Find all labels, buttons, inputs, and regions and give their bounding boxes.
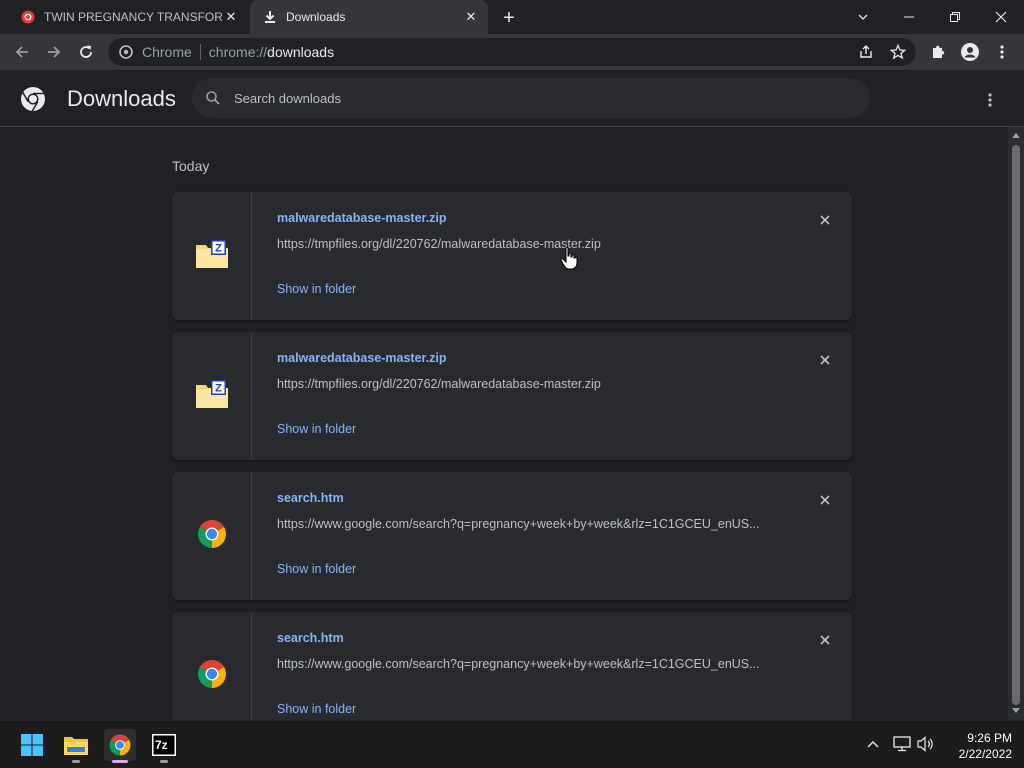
file-icon-column — [172, 612, 252, 720]
forward-arrow-icon[interactable] — [40, 38, 68, 66]
new-tab-button[interactable]: + — [498, 7, 520, 29]
remove-download-close-icon[interactable] — [815, 490, 835, 510]
search-downloads-box[interactable] — [192, 78, 870, 118]
download-item: Z malwaredatabase-master.zip https://tmp… — [172, 332, 852, 460]
file-icon-column — [172, 472, 252, 600]
download-filename-link[interactable]: search.htm — [277, 631, 344, 645]
extensions-puzzle-icon[interactable] — [924, 38, 952, 66]
scroll-up-arrow-icon[interactable] — [1012, 131, 1020, 139]
download-url[interactable]: https://tmpfiles.org/dl/220762/malwareda… — [277, 377, 601, 391]
download-filename-link[interactable]: malwaredatabase-master.zip — [277, 211, 447, 225]
chrome-logo-icon — [20, 86, 46, 112]
title-bar: TWIN PREGNANCY TRANSFORM ✕ Downloads ✕ + — [0, 0, 1024, 34]
search-input[interactable] — [234, 90, 794, 106]
site-label: Chrome — [142, 44, 192, 60]
windows-taskbar: 7z 9:26 PM 2/22/2022 — [0, 720, 1024, 768]
download-url[interactable]: https://tmpfiles.org/dl/220762/malwareda… — [277, 237, 601, 251]
window-close-button[interactable] — [978, 0, 1024, 34]
minimize-button[interactable] — [886, 0, 932, 34]
remove-download-close-icon[interactable] — [815, 630, 835, 650]
downloads-menu-icon[interactable] — [976, 86, 1004, 114]
zip-folder-icon: Z — [195, 379, 229, 414]
svg-text:Z: Z — [215, 382, 222, 394]
date-header: Today — [172, 158, 210, 174]
vertical-scrollbar[interactable] — [1008, 127, 1024, 720]
tab-twin-pregnancy[interactable]: TWIN PREGNANCY TRANSFORM ✕ — [8, 0, 248, 34]
scrollbar-thumb[interactable] — [1012, 145, 1020, 705]
profile-avatar-icon[interactable] — [956, 38, 984, 66]
download-item: search.htm https://www.google.com/search… — [172, 612, 852, 720]
tab-close-icon[interactable]: ✕ — [462, 8, 480, 26]
svg-text:Z: Z — [215, 242, 222, 254]
downloads-header: Downloads — [0, 70, 1024, 127]
download-item: Z malwaredatabase-master.zip https://tmp… — [172, 192, 852, 320]
download-url[interactable]: https://www.google.com/search?q=pregnanc… — [277, 657, 760, 671]
record-favicon-icon — [20, 9, 36, 25]
file-icon-column: Z — [172, 332, 252, 460]
download-filename-link[interactable]: malwaredatabase-master.zip — [277, 351, 447, 365]
volume-icon[interactable] — [916, 735, 936, 753]
download-favicon-icon — [262, 9, 278, 25]
download-item: search.htm https://www.google.com/search… — [172, 472, 852, 600]
browser-menu-icon[interactable] — [988, 38, 1016, 66]
network-icon[interactable] — [892, 735, 912, 753]
page-title: Downloads — [67, 86, 176, 111]
browser-toolbar: Chrome chrome:// downloads — [0, 34, 1024, 70]
scroll-down-arrow-icon[interactable] — [1012, 707, 1020, 715]
show-in-folder-link[interactable]: Show in folder — [277, 422, 356, 436]
reload-icon[interactable] — [72, 38, 100, 66]
seven-zip-icon[interactable]: 7z — [148, 729, 180, 763]
tab-title: Downloads — [286, 10, 346, 24]
chrome-icon — [196, 518, 228, 555]
hand-cursor-icon — [560, 246, 578, 270]
windows-start-icon[interactable] — [16, 729, 48, 761]
address-bar[interactable]: Chrome chrome:// downloads — [108, 38, 916, 66]
url-host: downloads — [267, 44, 335, 60]
bookmark-star-icon[interactable] — [886, 40, 910, 64]
tab-downloads[interactable]: Downloads ✕ — [250, 0, 488, 34]
remove-download-close-icon[interactable] — [815, 350, 835, 370]
zip-folder-icon: Z — [195, 239, 229, 274]
show-in-folder-link[interactable]: Show in folder — [277, 282, 356, 296]
file-explorer-icon[interactable] — [60, 729, 92, 763]
show-hidden-icons-chevron-icon[interactable] — [864, 735, 882, 753]
clock-time: 9:26 PM — [967, 731, 1012, 745]
chrome-site-icon — [118, 44, 134, 60]
show-in-folder-link[interactable]: Show in folder — [277, 562, 356, 576]
system-clock[interactable]: 9:26 PM 2/22/2022 — [940, 730, 1012, 762]
chrome-taskbar-icon[interactable] — [104, 729, 136, 763]
file-icon-column: Z — [172, 192, 252, 320]
remove-download-close-icon[interactable] — [815, 210, 835, 230]
share-icon[interactable] — [854, 40, 878, 64]
tab-close-icon[interactable]: ✕ — [222, 8, 240, 26]
seven-zip-label: 7z — [155, 738, 168, 752]
search-icon — [204, 89, 222, 107]
download-url[interactable]: https://www.google.com/search?q=pregnanc… — [277, 517, 760, 531]
show-in-folder-link[interactable]: Show in folder — [277, 702, 356, 716]
url-scheme: chrome:// — [208, 44, 268, 60]
restore-button[interactable] — [932, 0, 978, 34]
omnibox-separator — [199, 44, 201, 60]
download-filename-link[interactable]: search.htm — [277, 491, 344, 505]
chrome-icon — [196, 658, 228, 695]
tab-search-chevron-icon[interactable] — [840, 0, 886, 34]
back-arrow-icon[interactable] — [8, 38, 36, 66]
tab-title: TWIN PREGNANCY TRANSFORM — [44, 10, 222, 24]
clock-date: 2/22/2022 — [958, 747, 1012, 761]
downloads-list: Today Z malwaredatabase-master.zip https… — [0, 127, 1008, 720]
